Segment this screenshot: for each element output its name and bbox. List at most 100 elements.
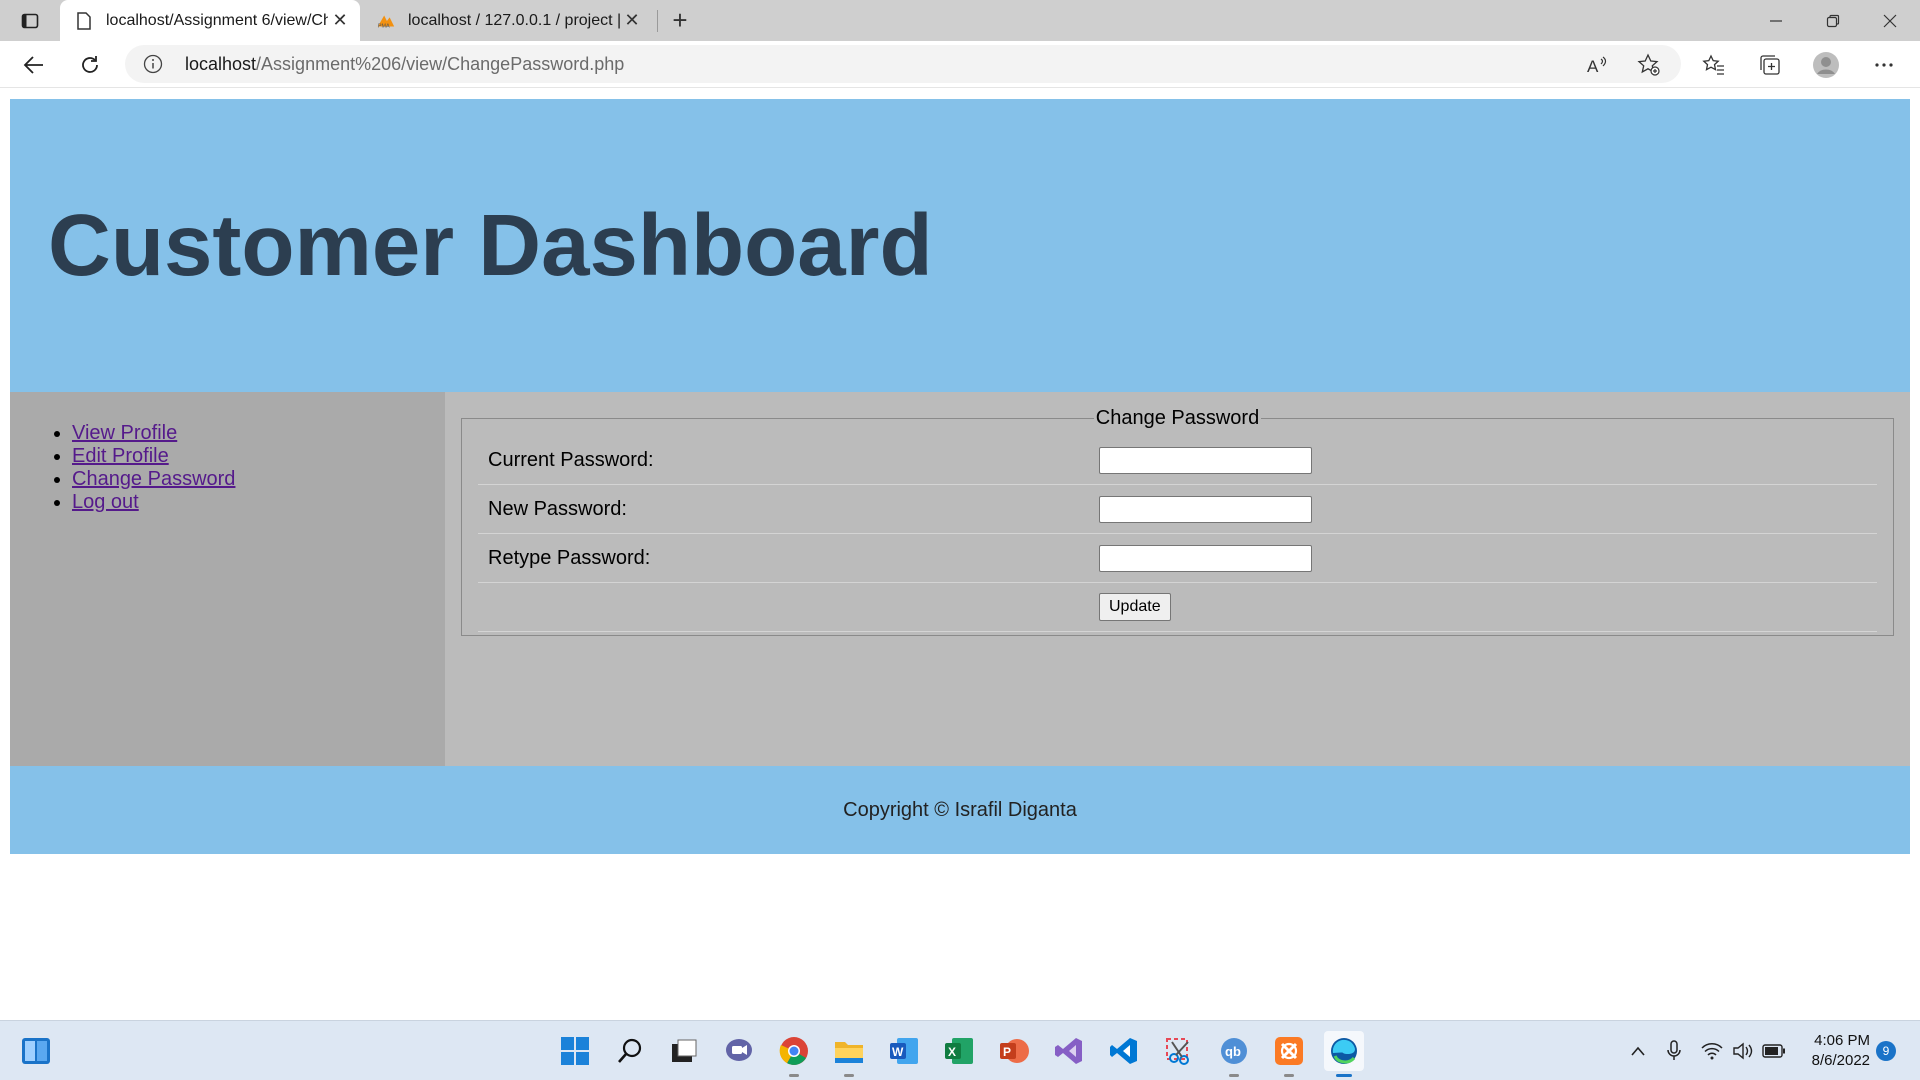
retype-password-input[interactable] [1099, 544, 1312, 572]
vscode-button[interactable] [1104, 1031, 1144, 1071]
nav-list: View Profile Edit Profile Change Passwor… [72, 422, 445, 514]
collections-icon [1760, 55, 1780, 75]
chat-button[interactable] [719, 1031, 759, 1071]
retype-password-label: Retype Password: [488, 546, 651, 569]
running-indicator [1229, 1074, 1239, 1077]
refresh-button[interactable] [74, 49, 106, 81]
widgets-button[interactable] [16, 1031, 56, 1071]
change-password-link[interactable]: Change Password [72, 468, 235, 490]
favorites-button[interactable] [1698, 49, 1730, 81]
edge-icon [1331, 1038, 1357, 1064]
running-indicator [1284, 1074, 1294, 1077]
qbittorrent-icon: qb [1221, 1038, 1247, 1064]
svg-text:X: X [948, 1045, 956, 1059]
excel-button[interactable]: X [939, 1031, 979, 1071]
tab-title: localhost/Assignment 6/view/Ch [106, 11, 328, 29]
wifi-button[interactable] [1700, 1039, 1724, 1063]
close-window-button[interactable] [1862, 0, 1918, 41]
visual-studio-icon [1055, 1038, 1082, 1064]
taskbar: W X P qb 4:06 PM 8/6/2022 9 [0, 1020, 1920, 1080]
search-button[interactable] [610, 1031, 650, 1071]
new-password-label: New Password: [488, 497, 627, 520]
tab-assignment[interactable]: localhost/Assignment 6/view/Ch ✕ [60, 0, 360, 41]
word-button[interactable]: W [884, 1031, 924, 1071]
form-row: Current Password: [478, 436, 1877, 485]
new-password-input[interactable] [1099, 495, 1312, 523]
address-bar[interactable]: localhost/Assignment%206/view/ChangePass… [125, 45, 1681, 83]
restore-button[interactable] [1805, 0, 1861, 41]
edge-button[interactable] [1324, 1031, 1364, 1077]
start-button[interactable] [555, 1031, 595, 1071]
current-password-label: Current Password: [488, 448, 654, 471]
volume-button[interactable] [1732, 1039, 1756, 1063]
change-password-form: Change Password Current Password: New Pa… [461, 407, 1894, 636]
close-tab-icon[interactable]: ✕ [328, 9, 352, 33]
new-tab-button[interactable]: + [666, 5, 694, 35]
page-header: Customer Dashboard [10, 99, 1910, 392]
add-favorite-icon[interactable] [1637, 53, 1661, 77]
page-footer: Copyright © Israfil Diganta [10, 766, 1910, 854]
xampp-icon [1275, 1037, 1303, 1065]
task-view-icon [672, 1039, 697, 1062]
qbittorrent-button[interactable]: qb [1214, 1031, 1254, 1077]
read-aloud-icon[interactable]: A [1585, 53, 1609, 77]
teams-chat-icon [726, 1039, 752, 1061]
file-explorer-button[interactable] [829, 1031, 869, 1077]
speaker-icon [1733, 1042, 1753, 1060]
microphone-button[interactable] [1662, 1039, 1686, 1063]
folder-icon [835, 1042, 863, 1063]
url-path: /Assignment%206/view/ChangePassword.php [256, 54, 625, 74]
vscode-icon [1110, 1038, 1137, 1064]
widgets-icon [22, 1038, 50, 1064]
chrome-icon [779, 1037, 808, 1065]
close-icon [1883, 14, 1897, 27]
collections-button[interactable] [1754, 49, 1786, 81]
minimize-button[interactable] [1748, 0, 1804, 41]
edit-profile-link[interactable]: Edit Profile [72, 445, 169, 467]
phpmyadmin-icon: PMA [376, 11, 396, 31]
site-info-icon[interactable] [143, 54, 163, 74]
current-password-input[interactable] [1099, 446, 1312, 474]
close-tab-icon[interactable]: ✕ [620, 9, 644, 33]
snipping-tool-button[interactable] [1159, 1031, 1199, 1071]
running-indicator [844, 1074, 854, 1077]
nav-item: Edit Profile [72, 445, 445, 468]
show-hidden-icons-button[interactable] [1626, 1039, 1650, 1063]
excel-icon: X [945, 1038, 973, 1064]
svg-text:qb: qb [1225, 1044, 1241, 1059]
tab-title: localhost / 127.0.0.1 / project | pl [408, 11, 620, 29]
word-icon: W [890, 1038, 918, 1064]
url-text[interactable]: localhost/Assignment%206/view/ChangePass… [185, 54, 624, 75]
windows-icon [561, 1037, 589, 1065]
powerpoint-button[interactable]: P [994, 1031, 1034, 1071]
tab-actions-button[interactable] [14, 9, 46, 33]
page-icon [74, 11, 94, 31]
svg-text:P: P [1003, 1045, 1011, 1059]
nav-item: Log out [72, 491, 445, 514]
notification-badge[interactable]: 9 [1876, 1041, 1896, 1061]
chrome-button[interactable] [774, 1031, 814, 1077]
clock[interactable]: 4:06 PM 8/6/2022 [1798, 1031, 1870, 1071]
update-button[interactable]: Update [1099, 593, 1171, 621]
tab-phpmyadmin[interactable]: PMA localhost / 127.0.0.1 / project | pl… [362, 0, 652, 41]
powerpoint-icon: P [1000, 1039, 1029, 1063]
form-row: New Password: [478, 485, 1877, 534]
battery-button[interactable] [1762, 1039, 1786, 1063]
form-row: Update [478, 583, 1877, 632]
visual-studio-button[interactable] [1049, 1031, 1089, 1071]
tab-separator [657, 10, 658, 32]
logout-link[interactable]: Log out [72, 491, 139, 513]
xampp-button[interactable] [1269, 1031, 1309, 1077]
clock-time: 4:06 PM [1814, 1032, 1870, 1049]
profile-button[interactable] [1810, 49, 1842, 81]
svg-text:A: A [1587, 57, 1599, 76]
page-content: Customer Dashboard View Profile Edit Pro… [10, 99, 1910, 854]
back-button[interactable] [18, 49, 50, 81]
content-area: View Profile Edit Profile Change Passwor… [10, 392, 1910, 766]
task-view-button[interactable] [664, 1031, 704, 1071]
view-profile-link[interactable]: View Profile [72, 422, 177, 444]
settings-more-button[interactable] [1868, 49, 1900, 81]
snipping-tool-icon [1166, 1038, 1189, 1065]
battery-icon [1762, 1044, 1785, 1058]
svg-text:W: W [892, 1045, 904, 1059]
